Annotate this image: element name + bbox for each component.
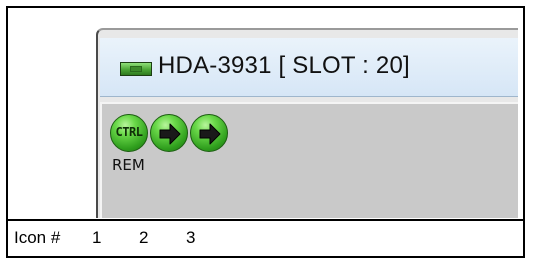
figure-frame: HDA-3931 [ SLOT : 20] CTRL REM [6,6,525,258]
caption-number-2: 2 [139,228,149,247]
caption-prefix: Icon # [14,228,61,247]
status-icon-panel: CTRL REM [100,102,518,218]
arrow-right-icon[interactable] [150,114,188,152]
card-panel-screenshot: HDA-3931 [ SLOT : 20] CTRL REM [92,20,518,218]
card-title-bar[interactable]: HDA-3931 [ SLOT : 20] [100,38,518,97]
ctrl-icon-text: CTRL [115,125,143,139]
caption-divider [8,219,523,221]
ctrl-status-icon[interactable]: CTRL [110,114,148,152]
card-title: HDA-3931 [ SLOT : 20] [158,52,410,79]
card-led-icon [120,62,152,76]
caption-number-3: 3 [186,228,196,247]
rem-label: REM [112,156,145,174]
arrow-right-icon[interactable] [190,114,228,152]
arrow-glyph [159,123,181,145]
arrow-glyph [199,123,221,145]
caption-number-1: 1 [92,228,102,247]
